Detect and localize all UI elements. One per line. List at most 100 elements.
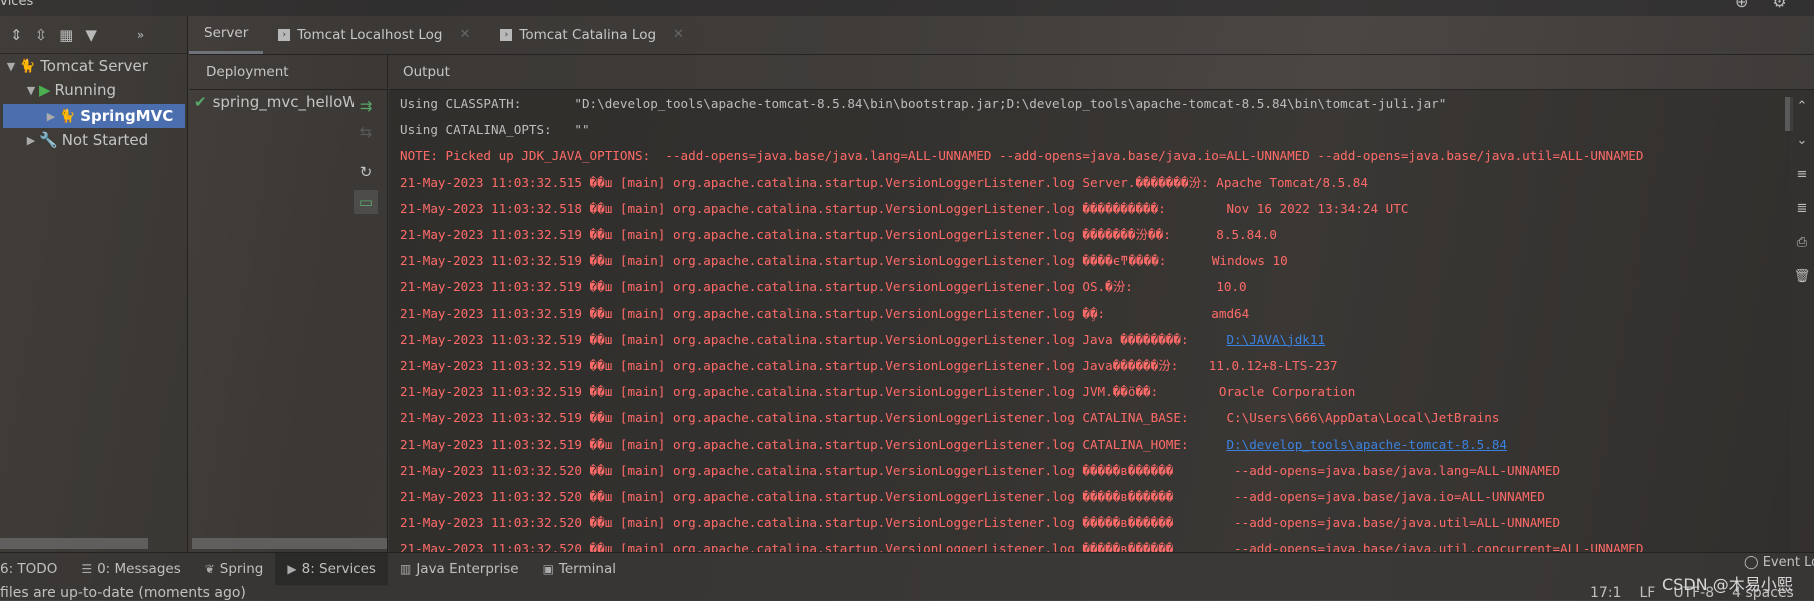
output-header: Output: [389, 55, 1814, 90]
console-line: 21-May-2023 11:03:32.519 ��ш [main] org.…: [400, 405, 1499, 431]
clear-icon[interactable]: 🗑: [1790, 260, 1814, 294]
tool-window-services[interactable]: ▶ 8: Services: [275, 552, 388, 586]
tree-item-springmvc[interactable]: ▶ 🐈 SpringMVC: [3, 104, 185, 128]
tool-window-java-enterprise[interactable]: ▥ Java Enterprise: [388, 553, 531, 586]
console-path-link[interactable]: D:\develop_tools\apache-tomcat-8.5.84: [1226, 437, 1507, 452]
tab-label: Server: [204, 25, 249, 41]
tool-window-spring[interactable]: ❦ Spring: [193, 553, 276, 586]
tree-horizontal-scrollbar[interactable]: [0, 538, 148, 549]
globe-icon[interactable]: ⊕: [1735, 0, 1748, 11]
console-line: 21-May-2023 11:03:32.519 ��ш [main] org.…: [400, 353, 1338, 379]
console-line: 21-May-2023 11:03:32.519 ��ш [main] org.…: [400, 432, 1507, 458]
console-line-text: 21-May-2023 11:03:32.520 ��ш [main] org.…: [400, 515, 1561, 531]
tab-server[interactable]: Server: [189, 15, 264, 54]
console-line-text: 21-May-2023 11:03:32.519 ��ш [main] org.…: [400, 331, 1227, 347]
tree-item-tomcat-server[interactable]: ▼ 🐈 Tomcat Server: [3, 54, 185, 78]
console-line-text: 21-May-2023 11:03:32.519 ��ш [main] org.…: [400, 384, 1356, 400]
console-line: 21-May-2023 11:03:32.519 ��ш [main] org.…: [400, 222, 1277, 248]
tool-window-bar: 6: TODO ☰ 0: Messages ❦ Spring ▶ 8: Service…: [0, 552, 1814, 586]
status-bar: files are up-to-date (moments ago) 17:1 …: [0, 585, 1814, 600]
console-line: 21-May-2023 11:03:32.520 ��ш [main] org.…: [400, 536, 1643, 552]
tree-item-label: SpringMVC: [80, 107, 174, 125]
tool-window-label: 0: Messages: [97, 561, 181, 577]
console-line: 21-May-2023 11:03:32.519 ��ш [main] org.…: [400, 248, 1288, 274]
filter-icon[interactable]: ▼: [85, 26, 97, 44]
tool-window-terminal[interactable]: ▣ Terminal: [531, 553, 628, 586]
wrench-icon: 🔧: [39, 131, 58, 149]
console-line: 21-May-2023 11:03:32.519 ��ш [main] org.…: [400, 301, 1249, 327]
console-line: Using CLASSPATH: "D:\develop_tools\apach…: [400, 91, 1446, 117]
tool-window-label: Terminal: [558, 561, 616, 577]
tool-window-todo[interactable]: 6: TODO: [0, 553, 69, 586]
close-icon[interactable]: ✕: [459, 27, 470, 42]
tab-tomcat-catalina-log[interactable]: › Tomcat Catalina Log ✕: [485, 15, 699, 54]
deploy-icon[interactable]: ⇉: [354, 94, 378, 118]
soft-wrap-icon[interactable]: ≡: [1790, 158, 1814, 192]
gear-icon[interactable]: ⚙: [1772, 0, 1786, 11]
console-side-toolbar: ⌃ ⌄ ≡ ≣ ⎙ 🗑: [1790, 90, 1814, 552]
deployment-item-label: spring_mvc_helloWorld: [212, 93, 354, 111]
console-line: Using CATALINA_OPTS: "": [400, 117, 590, 143]
console-line-text: 21-May-2023 11:03:32.519 ��ш [main] org.…: [400, 358, 1338, 373]
expand-all-icon[interactable]: ⇕: [10, 26, 23, 44]
close-icon[interactable]: ✕: [673, 27, 684, 42]
scroll-down-icon[interactable]: ⌄: [1790, 124, 1814, 158]
java-enterprise-icon: ▥: [399, 562, 412, 576]
console-line-text: 21-May-2023 11:03:32.519 ��ш [main] org.…: [400, 253, 1288, 269]
event-log-button[interactable]: ◯ Event Log: [1744, 555, 1814, 570]
spring-leaf-icon: ❦: [204, 562, 215, 576]
expand-arrow-icon[interactable]: ▶: [43, 110, 59, 123]
console-path-link[interactable]: D:\JAVA\jdk11: [1226, 332, 1325, 347]
status-message: files are up-to-date (moments ago): [0, 585, 246, 601]
console-line-text: 21-May-2023 11:03:32.515 ��ш [main] org.…: [400, 174, 1368, 190]
more-icon[interactable]: »: [137, 28, 144, 42]
tab-tomcat-localhost-log[interactable]: › Tomcat Localhost Log ✕: [263, 15, 485, 54]
console-line-text: 21-May-2023 11:03:32.518 ��ш [main] org.…: [400, 200, 1409, 216]
console-line-text: 21-May-2023 11:03:32.519 ��ш [main] org.…: [400, 227, 1277, 242]
refresh-icon[interactable]: ↻: [354, 160, 378, 184]
scroll-to-end-icon[interactable]: ≣: [1790, 192, 1814, 226]
messages-icon: ☰: [81, 562, 93, 576]
run-icon: ▶: [39, 81, 51, 99]
console-line: 21-May-2023 11:03:32.519 ��ш [main] org.…: [400, 274, 1247, 300]
scroll-up-icon[interactable]: ⌃: [1790, 90, 1814, 124]
print-icon[interactable]: ⎙: [1790, 226, 1814, 260]
tree-item-not-started[interactable]: ▶ 🔧 Not Started: [3, 128, 185, 152]
group-icon[interactable]: ▦: [59, 26, 73, 44]
service-tabs: Server › Tomcat Localhost Log ✕ › Tomcat Ca…: [189, 16, 1814, 55]
deployment-item[interactable]: ✔ spring_mvc_helloWorld: [194, 93, 354, 111]
watermark: CSDN @木易小熙: [1662, 575, 1793, 594]
tree-item-running[interactable]: ▼ ▶ Running: [3, 78, 185, 102]
tree-item-label: Not Started: [61, 131, 149, 149]
console-line: 21-May-2023 11:03:32.515 ��ш [main] org.…: [400, 170, 1368, 196]
services-tree-panel: ⇕ ⇳ ▦ ▼ » ▼ 🐈 Tomcat Server ▼ ▶ Running …: [0, 16, 188, 552]
expand-arrow-icon[interactable]: ▼: [3, 60, 19, 73]
line-separator[interactable]: LF: [1639, 586, 1655, 600]
services-toolbar: ⇕ ⇳ ▦ ▼ »: [0, 16, 187, 54]
tool-window-messages[interactable]: ☰ 0: Messages: [69, 553, 192, 586]
tool-window-label: Java Enterprise: [416, 561, 519, 577]
console-line-text: 21-May-2023 11:03:32.520 ��ш [main] org.…: [400, 462, 1561, 478]
console-line: 21-May-2023 11:03:32.519 ��ш [main] org.…: [400, 379, 1355, 405]
deployment-header: Deployment: [189, 55, 388, 90]
console-line-text: 21-May-2023 11:03:32.519 ��ш [main] org.…: [400, 305, 1250, 321]
console-line: 21-May-2023 11:03:32.520 ��ш [main] org.…: [400, 484, 1545, 510]
deployment-list: ✔ spring_mvc_helloWorld ⇉ ⇆ ↻ ▭: [189, 90, 388, 552]
console-line-text: NOTE: Picked up JDK_JAVA_OPTIONS: --add-…: [400, 148, 1644, 164]
console-line-text: 21-May-2023 11:03:32.519 ��ш [main] org.…: [400, 279, 1247, 295]
console-line: 21-May-2023 11:03:32.518 ��ш [main] org.…: [400, 196, 1408, 222]
caret-position[interactable]: 17:1: [1590, 586, 1621, 600]
expand-arrow-icon[interactable]: ▶: [23, 134, 39, 147]
console-line-text: 21-May-2023 11:03:32.519 ��ш [main] org.…: [400, 410, 1500, 426]
expand-arrow-icon[interactable]: ▼: [23, 84, 39, 97]
collapse-all-icon[interactable]: ⇳: [35, 26, 48, 44]
output-console[interactable]: Using CLASSPATH: "D:\develop_tools\apach…: [389, 90, 1790, 552]
console-line-text: Using CLASSPATH: "D:\develop_tools\apach…: [400, 96, 1447, 111]
window-title: vices: [0, 0, 34, 9]
event-log-icon: ◯: [1744, 555, 1759, 570]
console-line-text: Using CATALINA_OPTS: "": [400, 122, 590, 138]
console-line: 21-May-2023 11:03:32.520 ��ш [main] org.…: [400, 458, 1560, 484]
console-line-text: 21-May-2023 11:03:32.520 ��ш [main] org.…: [400, 541, 1644, 552]
deploy-all-icon[interactable]: ▭: [354, 190, 378, 214]
tool-window-label: Spring: [219, 561, 264, 577]
